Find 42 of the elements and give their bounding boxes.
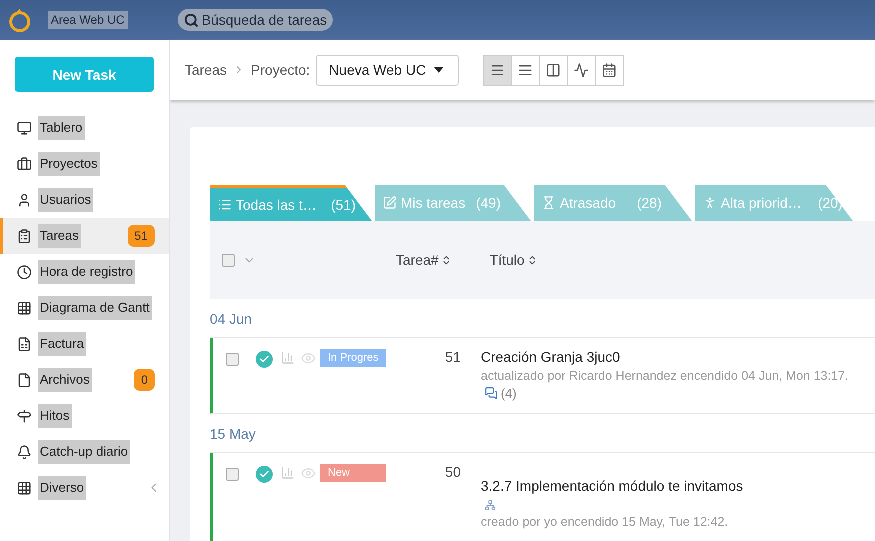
- task-title[interactable]: 3.2.7 Implementación módulo te invitamos: [481, 478, 744, 494]
- task-number: 51: [444, 349, 461, 367]
- sidebar-label: Proyectos: [38, 152, 100, 176]
- date-heading: 15 May: [210, 414, 875, 453]
- sidebar-label: Factura: [38, 332, 86, 356]
- status-badge: In Progres: [320, 349, 386, 367]
- comment-count: (4): [501, 386, 517, 401]
- date-heading: 04 Jun: [210, 299, 875, 338]
- sidebar-item[interactable]: Catch-up diario: [0, 434, 169, 470]
- sidebar-label: Tablero: [38, 116, 85, 140]
- sidebar-item[interactable]: Usuarios: [0, 182, 169, 218]
- project-select[interactable]: Nueva Web UC: [316, 54, 460, 86]
- project-label: Proyecto:: [251, 62, 310, 78]
- sidebar-item[interactable]: Factura: [0, 326, 169, 362]
- sidebar-label: Hitos: [38, 404, 72, 428]
- task-meta: actualizado por Ricardo Hernandez encendido 04 Jun, Mon 13:17.: [481, 369, 849, 383]
- task-meta: creado por yo encendido 15 May, Tue 12:42.: [481, 515, 730, 529]
- sidebar-item[interactable]: Tablero: [0, 110, 169, 146]
- sidebar-label: Catch-up diario: [38, 440, 130, 464]
- sidebar-label: Diagrama de Gantt: [38, 296, 152, 320]
- column-header[interactable]: Título: [490, 252, 538, 268]
- sidebar-item[interactable]: Diverso: [0, 470, 169, 506]
- search-field[interactable]: Búsqueda de tareas: [178, 9, 334, 31]
- sidebar-item[interactable]: Hora de registro: [0, 254, 169, 290]
- breadcrumb-link[interactable]: Tareas: [185, 62, 228, 78]
- sidebar-item[interactable]: Tareas 51: [0, 218, 169, 254]
- sidebar-item[interactable]: Diagrama de Gantt: [0, 290, 169, 326]
- sidebar-item[interactable]: Proyectos: [0, 146, 169, 182]
- sidebar-label: Tareas: [38, 224, 82, 248]
- task-number: 50: [444, 464, 461, 482]
- count-badge: 51: [128, 225, 155, 247]
- app-name[interactable]: Area Web UC: [48, 11, 128, 29]
- sidebar-label: Hora de registro: [38, 260, 136, 284]
- task-title[interactable]: Creación Granja 3juc0: [481, 349, 849, 365]
- sidebar-label: Archivos: [38, 368, 92, 392]
- sidebar-label: Diverso: [38, 476, 86, 500]
- sidebar-item[interactable]: Hitos: [0, 398, 169, 434]
- status-badge: New: [320, 464, 386, 482]
- column-header[interactable]: Tarea#: [396, 252, 452, 268]
- sidebar-label: Usuarios: [38, 188, 94, 212]
- count-badge: 0: [134, 369, 155, 391]
- sidebar-item[interactable]: Archivos 0: [0, 362, 169, 398]
